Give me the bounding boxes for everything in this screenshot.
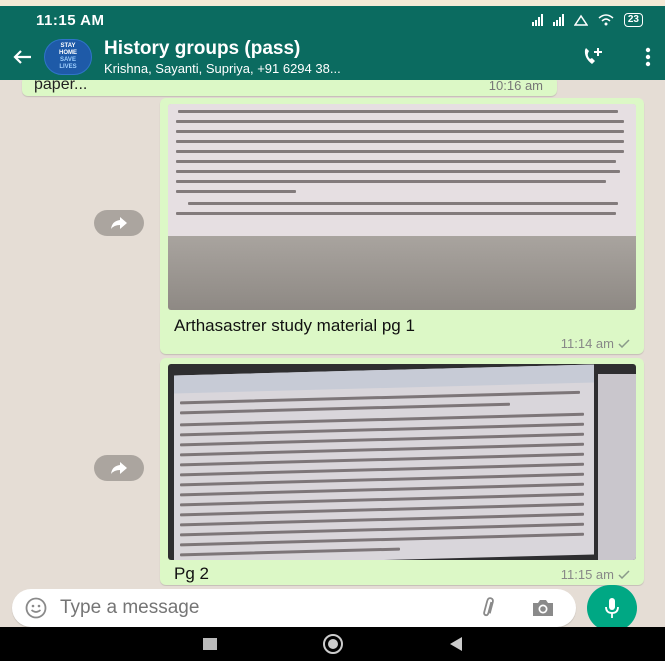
page-header-band bbox=[174, 364, 594, 394]
status-bar: 11:15 AM 23 bbox=[0, 6, 665, 34]
add-call-icon[interactable] bbox=[573, 34, 613, 80]
floor-texture bbox=[168, 236, 636, 310]
status-icons: 23 bbox=[531, 13, 643, 27]
image-message-1[interactable]: Arthasastrer study material pg 1 11:14 a… bbox=[160, 98, 644, 354]
emoji-icon[interactable] bbox=[12, 597, 60, 619]
status-time: 11:15 AM bbox=[36, 11, 105, 29]
image-message-2[interactable]: Pg 2 11:15 am bbox=[160, 358, 644, 585]
chat-header[interactable]: STAY HOME SAVE LIVES History groups (pas… bbox=[0, 34, 665, 80]
data-icon bbox=[573, 14, 588, 26]
chat-title-block[interactable]: History groups (pass) Krishna, Sayanti, … bbox=[104, 38, 573, 76]
recent-apps-icon[interactable] bbox=[203, 638, 218, 650]
message-input[interactable] bbox=[60, 597, 468, 619]
message-text: paper... bbox=[34, 80, 88, 93]
mic-icon bbox=[605, 598, 619, 618]
back-icon[interactable] bbox=[449, 637, 462, 651]
wifi-icon bbox=[598, 14, 614, 26]
previous-message[interactable]: paper... 10:16 am bbox=[22, 80, 557, 96]
photo-page-2[interactable] bbox=[168, 364, 636, 560]
adjacent-page bbox=[598, 374, 636, 560]
message-time: 11:14 am bbox=[561, 336, 630, 351]
sent-check-icon bbox=[618, 339, 630, 348]
home-icon[interactable] bbox=[323, 634, 344, 654]
forward-button[interactable] bbox=[94, 455, 144, 481]
image-caption: Arthasastrer study material pg 1 bbox=[174, 316, 415, 335]
signal-icon bbox=[531, 14, 543, 26]
voice-message-button[interactable] bbox=[587, 585, 637, 631]
signal-icon-2 bbox=[552, 14, 564, 26]
message-time: 11:15 am bbox=[561, 567, 630, 582]
more-options-icon[interactable] bbox=[631, 34, 665, 80]
photo-page-1[interactable] bbox=[168, 104, 636, 310]
forward-button[interactable] bbox=[94, 210, 144, 236]
document-page bbox=[168, 104, 636, 236]
camera-icon[interactable] bbox=[522, 598, 564, 618]
attach-icon[interactable] bbox=[468, 597, 510, 619]
system-nav-bar bbox=[0, 627, 665, 661]
message-time: 10:16 am bbox=[488, 80, 543, 93]
sent-check-icon bbox=[618, 570, 630, 579]
chat-participants: Krishna, Sayanti, Supriya, +91 6294 38..… bbox=[104, 61, 341, 76]
document-page bbox=[174, 364, 594, 560]
chat-area[interactable]: paper... 10:16 am Arthasastrer study mat… bbox=[0, 80, 665, 586]
group-avatar[interactable]: STAY HOME SAVE LIVES bbox=[44, 39, 92, 75]
battery-icon: 23 bbox=[623, 13, 643, 27]
chat-title: History groups (pass) bbox=[104, 38, 301, 59]
image-caption: Pg 2 bbox=[174, 564, 209, 583]
back-arrow-icon[interactable] bbox=[0, 34, 44, 80]
message-composer[interactable] bbox=[12, 589, 576, 627]
